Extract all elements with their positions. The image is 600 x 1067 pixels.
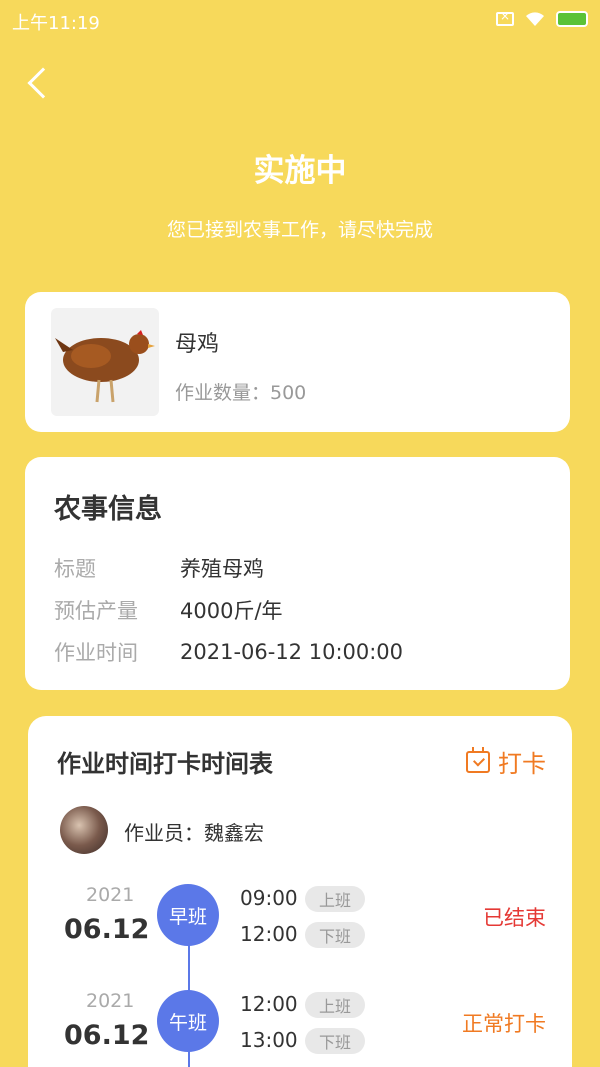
shift-badge: 早班 — [157, 884, 219, 946]
schedule-title: 作业时间打卡时间表 — [57, 750, 273, 778]
status-time: 上午11:19 — [12, 13, 100, 34]
chevron-left-icon — [27, 67, 59, 99]
product-card[interactable]: 母鸡 作业数量：500 — [25, 292, 570, 432]
shift-status[interactable]: 正常打卡 — [462, 1008, 546, 1038]
info-row-time: 作业时间 2021-06-12 10:00:00 — [54, 637, 403, 667]
info-label: 作业时间 — [54, 641, 138, 665]
info-title: 农事信息 — [54, 494, 162, 525]
info-value: 4000斤/年 — [180, 599, 283, 623]
shift-status: 已结束 — [483, 906, 546, 930]
shift-start-tag: 上班 — [305, 886, 365, 912]
product-quantity: 作业数量：500 — [175, 382, 307, 404]
info-row-yield: 预估产量 4000斤/年 — [54, 595, 283, 625]
shift-start-time: 09:00 — [240, 886, 298, 910]
avatar — [60, 806, 108, 854]
shift-year: 2021 — [86, 884, 135, 906]
shift-start-time: 12:00 — [240, 992, 298, 1016]
shift-row: 2021 06.12 早班 09:00 上班 12:00 下班 已结束 — [28, 884, 572, 974]
shift-end-time: 12:00 — [240, 922, 298, 946]
hen-icon — [55, 330, 155, 403]
status-icons — [496, 9, 588, 28]
info-label: 标题 — [54, 557, 96, 581]
back-button[interactable] — [20, 64, 60, 104]
calendar-check-icon — [466, 746, 490, 773]
farm-info-card: 农事信息 标题 养殖母鸡 预估产量 4000斤/年 作业时间 2021-06-1… — [25, 457, 570, 690]
shift-row: 2021 06.12 午班 12:00 上班 13:00 下班 正常打卡 — [28, 990, 572, 1067]
status-bar: 上午11:19 — [0, 0, 600, 40]
no-sim-icon — [496, 9, 514, 26]
page-subtitle: 您已接到农事工作，请尽快完成 — [166, 219, 433, 241]
page-title: 实施中 — [253, 153, 347, 189]
shift-date: 06.12 — [64, 1020, 150, 1051]
wifi-icon — [526, 12, 544, 26]
info-label: 预估产量 — [54, 599, 138, 623]
shift-end-time: 13:00 — [240, 1028, 298, 1052]
shift-date: 06.12 — [64, 914, 150, 945]
shift-end-tag: 下班 — [305, 922, 365, 948]
info-value: 养殖母鸡 — [180, 557, 264, 581]
shift-start-tag: 上班 — [305, 992, 365, 1018]
schedule-card: 作业时间打卡时间表 打卡 作业员：魏鑫宏 2021 06.12 早班 09:00… — [28, 716, 572, 1067]
shift-end-tag: 下班 — [305, 1028, 365, 1054]
product-name: 母鸡 — [175, 332, 220, 357]
info-row-title: 标题 养殖母鸡 — [54, 553, 264, 583]
worker-name: 作业员：魏鑫宏 — [124, 821, 264, 845]
product-image — [51, 308, 159, 416]
info-value: 2021-06-12 10:00:00 — [180, 640, 404, 664]
shift-badge: 午班 — [157, 990, 219, 1052]
battery-icon — [556, 11, 588, 27]
checkin-label: 打卡 — [498, 750, 546, 778]
shift-year: 2021 — [86, 990, 135, 1012]
checkin-button[interactable]: 打卡 — [466, 744, 546, 779]
